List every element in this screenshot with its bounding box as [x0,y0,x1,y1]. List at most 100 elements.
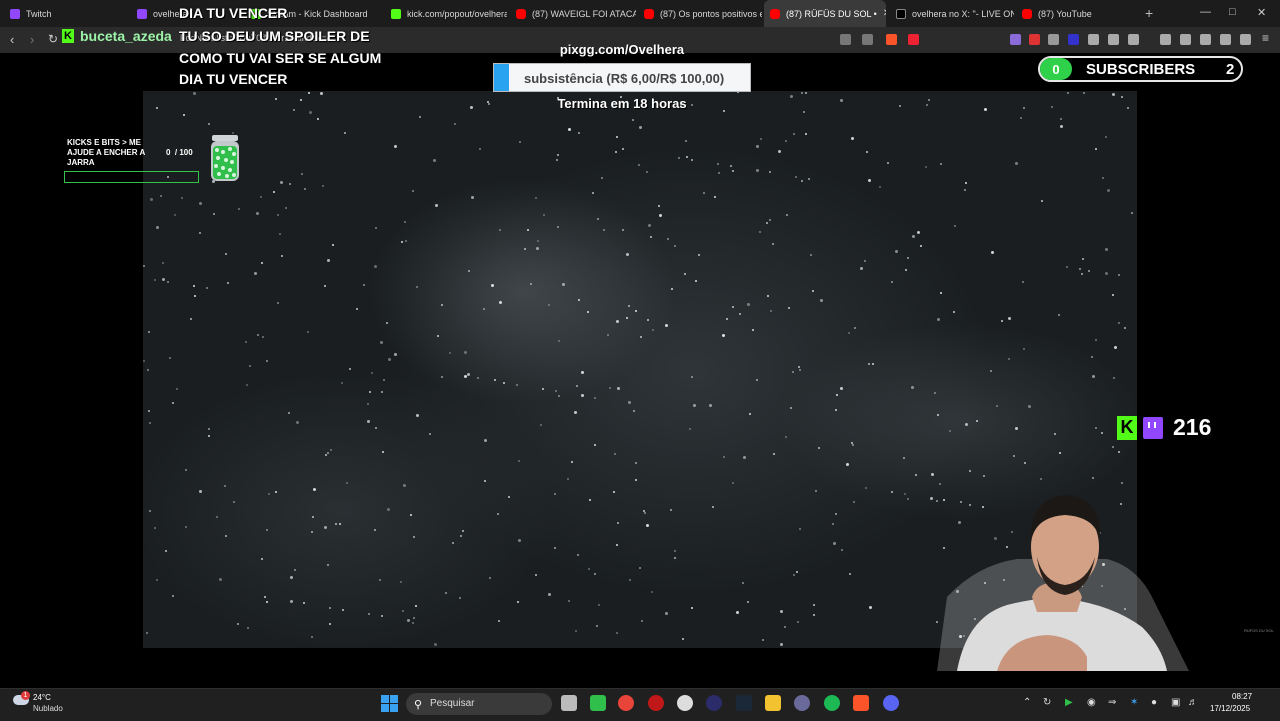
weather-description[interactable]: Nublado [33,704,63,713]
brave-icon[interactable] [853,695,869,711]
play-icon[interactable]: ▶ [1065,697,1073,708]
volume-icon[interactable]: ♬ [1188,697,1198,708]
chrome-icon[interactable] [618,695,634,711]
spotify-icon[interactable] [824,695,840,711]
video-speckle [416,286,418,288]
video-speckle [833,542,836,545]
task-view-icon[interactable] [561,695,577,711]
extension-icon[interactable] [1010,34,1021,45]
bluetooth-icon[interactable]: ✶ [1130,697,1138,708]
back-icon[interactable]: ‹ [10,32,14,47]
video-speckle [208,428,210,430]
maximize-button[interactable]: □ [1229,6,1236,18]
video-speckle [1105,248,1108,251]
media-player-icon[interactable] [590,695,606,711]
video-speckle [185,526,187,528]
video-speckle [684,273,686,275]
browser-tab[interactable]: (87) RÜFÜS DU SOL • ✕ [764,0,886,27]
video-speckle [928,99,930,101]
video-speckle [879,186,881,188]
extensions-puzzle-icon[interactable] [1108,34,1119,45]
taskbar-search-placeholder[interactable]: Pesquisar [430,698,474,709]
browser-tab[interactable]: ovelhera no X: "- LIVE ON [890,0,1014,27]
video-speckle [148,410,150,412]
leo-ai-icon[interactable] [1220,34,1231,45]
video-speckle [341,382,343,384]
donation-url: pixgg.com/Ovelhera [559,42,685,57]
cast-icon[interactable] [840,34,851,45]
video-speckle [652,329,654,331]
video-speckle [594,397,596,399]
video-speckle [567,478,569,480]
chevron-up-icon[interactable]: ⌃ [1023,697,1031,708]
video-speckle [603,229,605,231]
video-speckle [266,360,268,362]
close-tab-icon[interactable]: ✕ [883,8,886,19]
video-speckle [790,407,792,409]
close-window-button[interactable]: ✕ [1257,6,1266,19]
minimize-button[interactable]: — [1200,6,1211,18]
video-speckle [685,140,687,142]
menu-icon[interactable]: ≡ [1262,31,1269,45]
extension-icon[interactable] [1029,34,1040,45]
video-speckle [801,180,803,182]
video-speckle [303,602,305,604]
extension-icon[interactable] [1088,34,1099,45]
clock-time[interactable]: 08:27 [1232,692,1252,701]
brave-rewards-icon[interactable] [908,34,919,45]
app-icon[interactable] [794,695,810,711]
file-explorer-icon[interactable] [765,695,781,711]
sync-icon[interactable]: ↻ [1043,697,1051,708]
tray-app-icon[interactable]: ⇒ [1108,697,1116,708]
kick-icon: K [1117,415,1137,440]
video-speckle [912,235,915,238]
video-speckle [638,164,640,166]
weather-temperature[interactable]: 24°C [33,693,51,702]
reload-icon[interactable]: ↻ [48,32,58,46]
screenshot-icon[interactable] [1128,34,1139,45]
video-speckle [254,272,257,275]
brave-shield-icon[interactable] [886,34,897,45]
forward-icon[interactable]: › [30,32,34,47]
video-speckle [756,379,758,381]
browser-tab[interactable]: kick.com/popout/ovelhera [385,0,507,27]
microphone-icon[interactable]: ● [1151,697,1157,708]
video-speckle [494,379,496,381]
extension-icon[interactable] [1048,34,1059,45]
browser-tab[interactable]: (87) Os pontos positivos e [638,0,762,27]
wallet-icon[interactable] [1200,34,1211,45]
browser-tab[interactable]: Twitch [4,0,128,27]
browser-tab[interactable]: (87) YouTube [1016,0,1136,27]
video-speckle [375,227,377,229]
vpn-icon[interactable] [1240,34,1251,45]
tab-title: (87) YouTube [1038,8,1092,19]
clock-date[interactable]: 17/12/2025 [1210,704,1250,713]
video-speckle [149,510,151,512]
obs-icon[interactable] [677,695,693,711]
monitor-icon[interactable]: ▣ [1171,697,1180,708]
taskbar-search[interactable] [406,693,552,715]
video-speckle [375,427,377,429]
video-speckle [1131,212,1133,214]
sidebar-icon[interactable] [1180,34,1191,45]
video-speckle [778,150,781,153]
video-speckle [925,166,927,168]
video-speckle [1127,107,1129,109]
video-speckle [887,162,889,164]
new-tab-button[interactable]: + [1145,5,1153,21]
discord-icon[interactable] [883,695,899,711]
video-speckle [1105,136,1107,138]
app-icon[interactable] [706,695,722,711]
share-icon[interactable] [862,34,873,45]
video-speckle [797,621,799,623]
media-icon[interactable] [1160,34,1171,45]
tray-app-icon[interactable]: ◉ [1087,697,1096,708]
browser-tab[interactable]: (87) WAVEIGL FOI ATACAD [510,0,636,27]
windows-start-icon[interactable] [381,695,398,712]
extension-icon[interactable] [1068,34,1079,45]
video-speckle [691,607,693,609]
opera-icon[interactable] [648,695,664,711]
steam-icon[interactable] [736,695,752,711]
video-speckle [288,412,290,414]
video-speckle [674,245,676,247]
